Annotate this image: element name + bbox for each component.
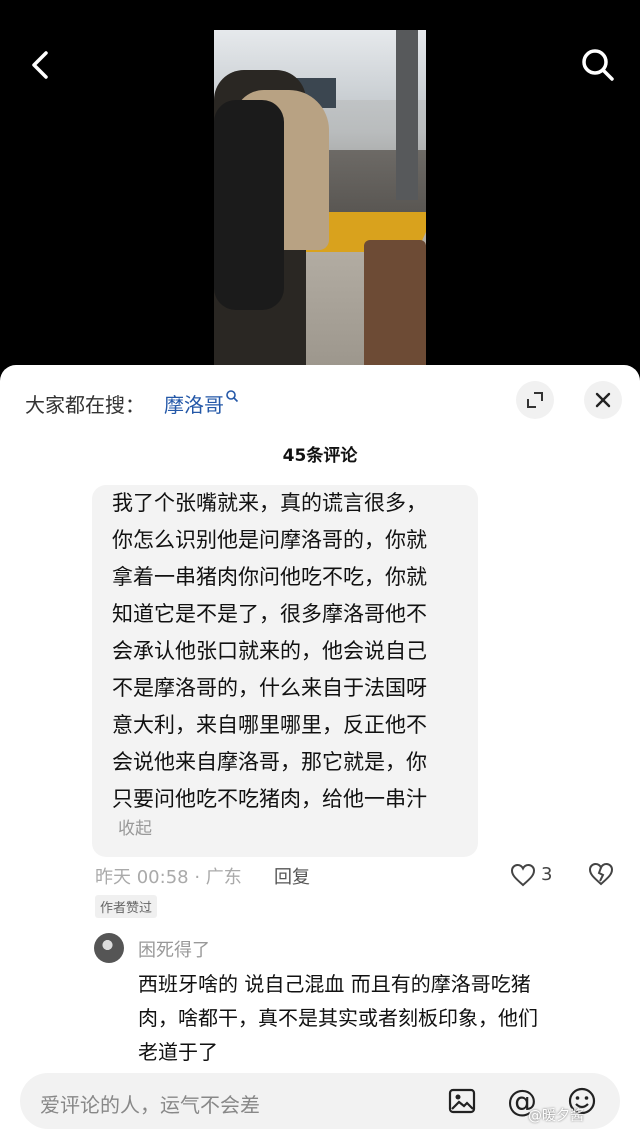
comment-line: 只要问他吃不吃猪肉，给他一串汁 — [112, 787, 427, 811]
chevron-left-icon[interactable] — [22, 45, 62, 85]
reply-line: 西班牙啥的 说自己混血 而且有的摩洛哥吃猪 — [138, 972, 531, 996]
searching-label: 大家都在搜： — [25, 393, 145, 417]
video-frame — [214, 30, 426, 370]
searching-term-link[interactable]: 摩洛哥 — [164, 389, 239, 418]
reply-line: 肉，啥都干，真不是其实或者刻板印象，他们 — [138, 1006, 538, 1030]
comment-input-placeholder: 爱评论的人，运气不会差 — [40, 1093, 260, 1117]
comment-line: 我了个张嘴就来，真的谎言很多， — [112, 491, 427, 515]
reply-author-name[interactable]: 困死得了 — [138, 936, 210, 962]
comment-line: 会承认他张口就来的，他会说自己 — [112, 639, 427, 663]
video-area[interactable] — [0, 0, 640, 370]
search-icon[interactable] — [578, 45, 618, 85]
comment-count: 45条评论 — [282, 446, 358, 466]
avatar[interactable] — [94, 933, 124, 963]
comment-line: 意大利，来自哪里哪里，反正他不 — [112, 713, 427, 737]
searching-term-text: 摩洛哥 — [164, 393, 224, 417]
close-icon[interactable] — [584, 381, 622, 419]
comment-line: 你怎么识别他是问摩洛哥的，你就 — [112, 528, 427, 552]
comment-text: 我了个张嘴就来，真的谎言很多， 你怎么识别他是问摩洛哥的，你就 拿着一串猪肉你问… — [112, 485, 468, 818]
comment-meta: 昨天 00:58 · 广东 — [95, 867, 242, 888]
author-liked-badge: 作者赞过 — [95, 895, 158, 918]
comment-line: 知道它是不是了，很多摩洛哥他不 — [112, 602, 427, 626]
like-count: 3 — [541, 864, 553, 885]
expand-icon[interactable] — [516, 381, 554, 419]
comment-bubble[interactable]: 我了个张嘴就来，真的谎言很多， 你怎么识别他是问摩洛哥的，你就 拿着一串猪肉你问… — [92, 485, 478, 857]
small-search-icon — [226, 390, 239, 403]
heart-icon[interactable] — [510, 863, 536, 887]
reply-button[interactable]: 回复 — [274, 863, 310, 889]
comment-line: 会说他来自摩洛哥，那它就是，你 — [112, 750, 427, 774]
image-icon[interactable] — [444, 1083, 480, 1119]
watermark: @暖夕酱 — [528, 1108, 584, 1124]
comment-input-bar: 爱评论的人，运气不会差 @ @暖夕酱 — [0, 1063, 640, 1138]
comment-line: 拿着一串猪肉你问他吃不吃，你就 — [112, 565, 427, 589]
comment-line: 不是摩洛哥的，什么来自于法国呀 — [112, 676, 427, 700]
broken-heart-icon[interactable] — [588, 861, 614, 887]
sheet-header: 大家都在搜： 摩洛哥 — [0, 365, 640, 437]
reply-text: 西班牙啥的 说自己混血 而且有的摩洛哥吃猪 肉，啥都干，真不是其实或者刻板印象，… — [138, 967, 608, 1069]
collapse-link[interactable]: 收起 — [118, 814, 152, 839]
comments-sheet: 大家都在搜： 摩洛哥 45条评论 我了个张嘴就来，真的谎言很多， 你怎么识别他是… — [0, 365, 640, 1138]
